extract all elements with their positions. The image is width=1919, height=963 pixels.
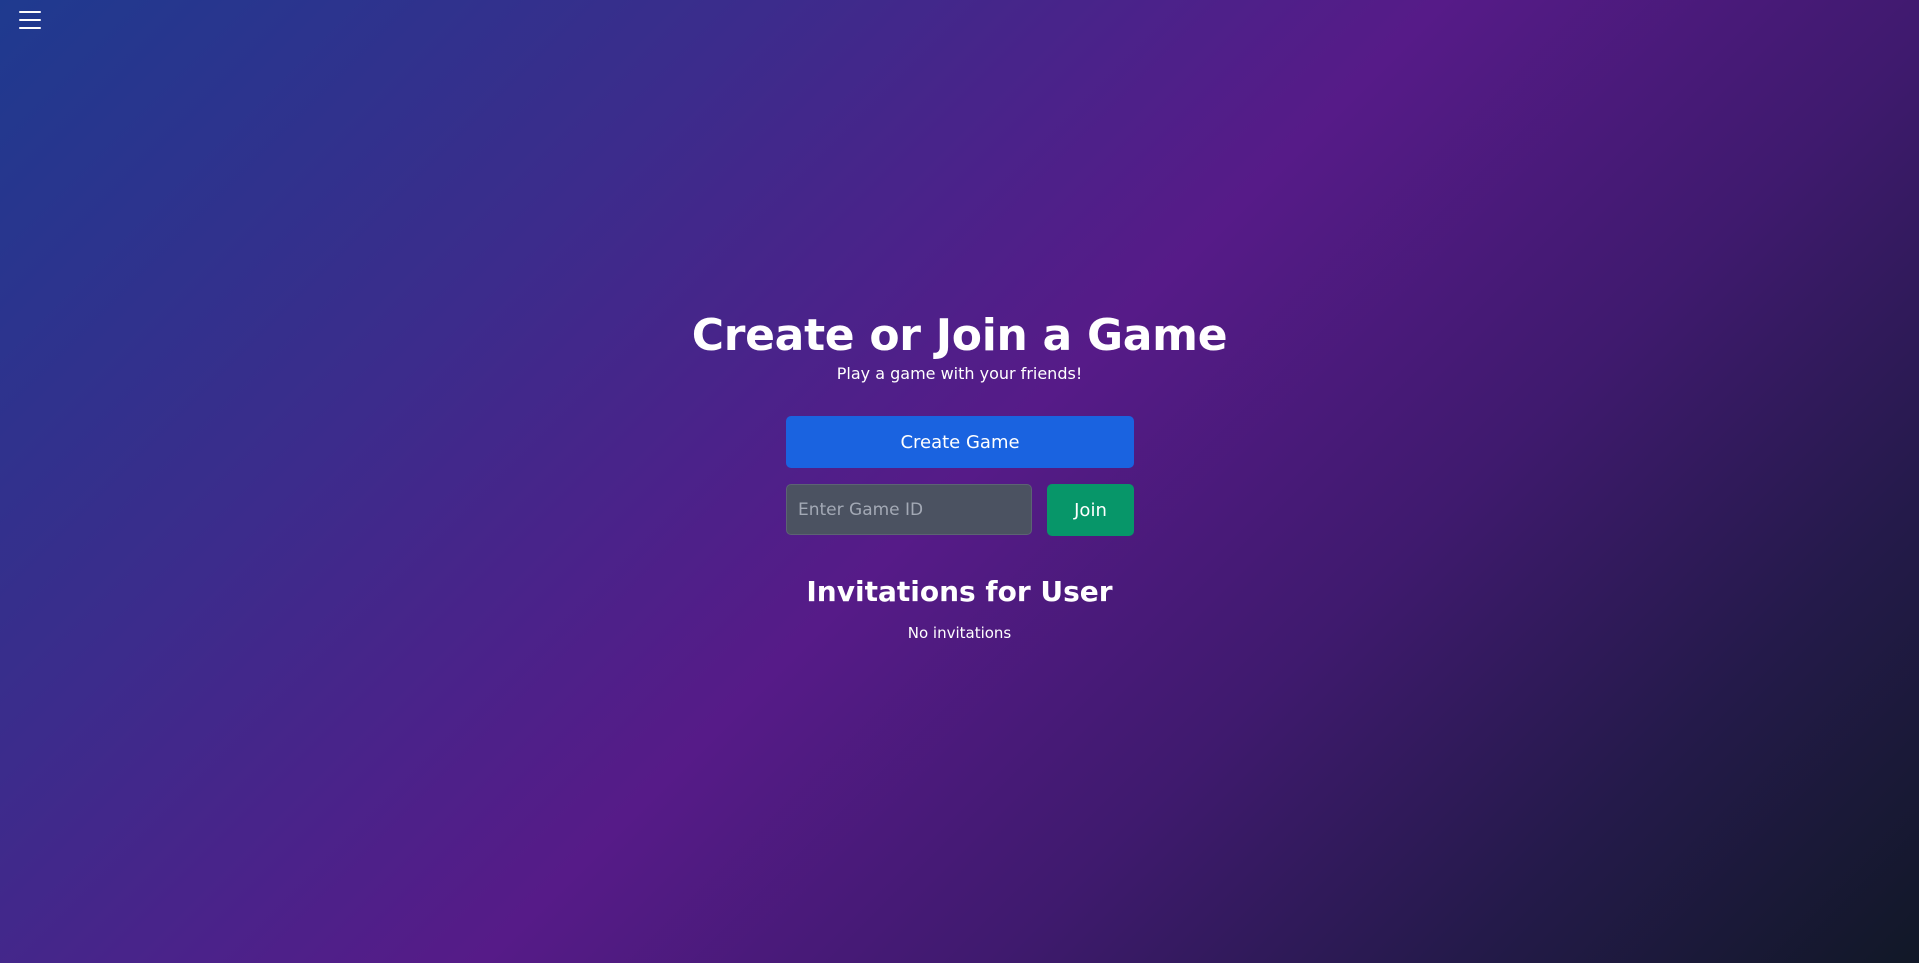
game-lobby: Create or Join a Game Play a game with y… [0, 0, 1919, 963]
page-title: Create or Join a Game [691, 310, 1228, 361]
game-id-input[interactable] [786, 484, 1032, 535]
invitations-empty-text: No invitations [907, 624, 1012, 642]
join-button[interactable]: Join [1047, 484, 1134, 536]
create-game-button[interactable]: Create Game [786, 416, 1134, 468]
invitations-title: Invitations for User [806, 575, 1113, 608]
page-subtitle: Play a game with your friends! [836, 364, 1083, 383]
